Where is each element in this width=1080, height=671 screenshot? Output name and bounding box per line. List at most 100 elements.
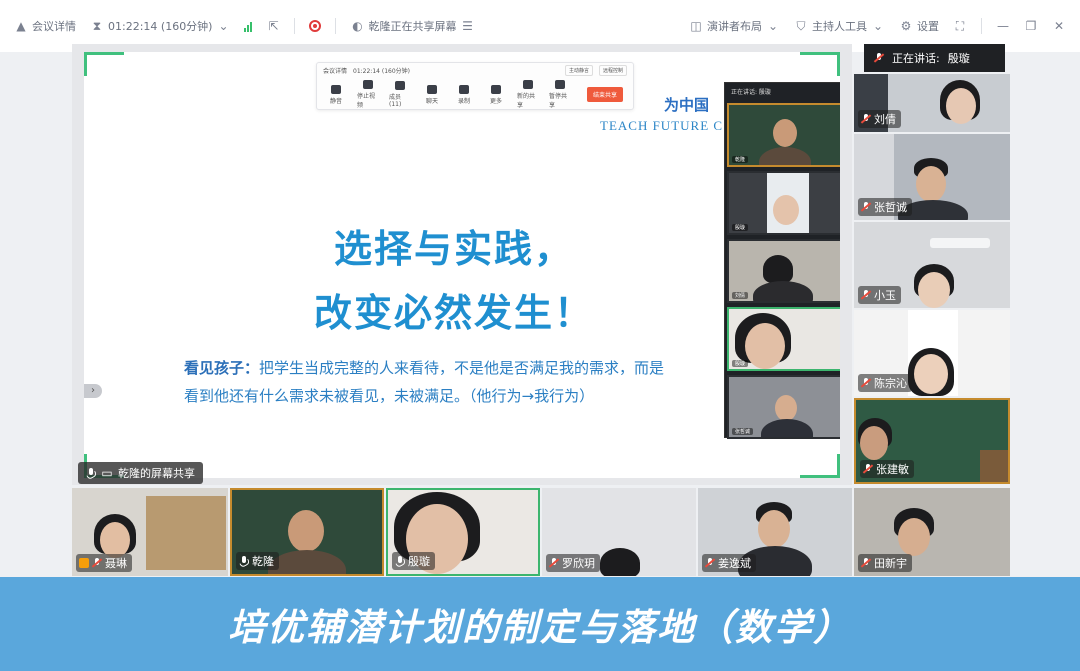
slide-title-line2: 改变必然发生！ [313,291,594,335]
mini-toolbar-label: 新的共享 [517,93,536,109]
mic-muted-icon [705,558,715,568]
fullscreen-icon[interactable]: ⛶ [953,19,967,33]
sharing-status: ◐ 乾隆正在共享屏幕 ☰ [350,18,474,34]
chevron-down-icon: ⌄ [218,19,229,33]
mini-toolbar-button[interactable]: 成员(11) [389,81,411,108]
participant-hair [763,255,793,283]
mini-toolbar-button[interactable]: 停止视频 [357,80,379,109]
participant-face [773,195,799,225]
mini-toolbar-icon [331,84,341,94]
video-tile[interactable]: 乾隆 [230,488,384,576]
video-tile[interactable]: 张建敏 [854,398,1010,484]
record-icon[interactable] [309,20,322,32]
screen-icon: ▭ [101,466,113,480]
participant-name-tag: 姜逸斌 [702,554,756,572]
air-conditioner [930,238,990,248]
share-user-icon: ◐ [352,19,363,33]
caption-banner: 培优辅潜计划的制定与落地（数学） [0,577,1080,671]
mini-toolbar-button[interactable]: 聊天 [421,84,443,105]
logo-icon: ▲ [16,19,26,33]
participant-name: 陈宗沁 [874,377,907,390]
mic-muted-icon [549,558,559,568]
mini-toolbar-button[interactable]: 暂停共享 [549,80,571,109]
mini-toolbar-label: 录制 [457,97,470,105]
slide-corner [800,454,840,478]
video-tile[interactable]: 罗欣玥 [542,488,696,576]
participant-name: 殷璇 [408,555,430,568]
hourglass-icon: ⧗ [92,19,102,33]
mic-icon [239,556,249,566]
mini-toolbar-button[interactable]: 静音 [325,84,347,105]
embedded-toolbar: 会议详情 01:22:14 (160分钟) 主动静言 远程控制 静音 停止视频 成员… [316,62,634,110]
video-tile[interactable]: 陈宗沁 [854,310,1010,396]
mini-chip-2: 远程控制 [598,64,627,76]
participant-name: 田新宇 [874,557,907,570]
expand-arrow-button[interactable]: › [84,384,102,398]
mic-muted-icon [92,558,102,568]
participant-name-tag: 小玉 [858,286,901,304]
layout-button[interactable]: ◫ 演讲者布局 ⌄ [689,18,780,34]
end-share-button[interactable]: 结束共享 [587,87,624,102]
embedded-video-tile: 殷璇 [727,307,840,371]
video-tile[interactable]: 刘倩 [854,74,1010,132]
screen-share-name: 乾隆的屏幕共享 [118,467,195,480]
mic-muted-icon [861,378,871,388]
mini-toolbar-button[interactable]: 新的共享 [517,80,539,109]
divider [335,18,337,34]
video-tile[interactable]: 姜逸斌 [698,488,852,576]
mini-toolbar-label: 更多 [489,97,502,105]
mini-toolbar-button[interactable]: 录制 [453,84,475,105]
minimize-icon[interactable]: — [996,19,1010,33]
divider [294,18,296,34]
mini-toolbar-label: 成员(11) [389,94,402,108]
video-tile[interactable]: 殷璇 [386,488,540,576]
participant-face [758,510,790,548]
external-link-icon[interactable]: ⇱ [266,19,280,33]
participant-face [775,395,797,421]
participant-face [860,426,888,460]
embedded-video-name: 殷璇 [732,360,749,367]
chevron-down-icon: ⌄ [767,19,779,33]
participant-face [914,354,948,394]
embedded-video-name: 乾隆 [732,156,749,163]
embedded-video-name: 殷璇 [732,224,749,231]
embedded-video-tile: 刘倩 [727,239,840,303]
mini-toolbar-icon [459,84,469,94]
presentation-slide: 为中国 TEACH FUTURE C 选择与实践， 改变必然发生！ 看见孩子：把… [84,52,840,478]
sharing-status-label: 乾隆正在共享屏幕 [368,20,457,33]
participant-hair [600,548,640,576]
video-tile[interactable]: 田新宇 [854,488,1010,576]
host-tools-button[interactable]: ⛉ 主持人工具 ⌄ [794,18,885,34]
close-icon[interactable]: ✕ [1052,19,1066,33]
speaking-label: 正在讲话: [892,52,940,65]
video-tile[interactable]: 小玉 [854,222,1010,308]
mini-toolbar-label: 停止视频 [357,93,376,109]
slide-logo-cn: 为中国 [664,96,710,114]
mini-toolbar-icon [427,84,437,94]
participant-name: 聂琳 [105,557,127,570]
mini-info-label: 会议详情 [323,67,348,75]
bookshelf [146,496,226,570]
meeting-info-button[interactable]: ▲ 会议详情 [14,18,76,34]
embedded-video-tile: 张哲诚 [727,375,840,439]
participant-name-tag: 陈宗沁 [858,374,912,392]
layout-label: 演讲者布局 [707,20,762,33]
video-tile[interactable]: 张哲诚 [854,134,1010,220]
timer-label: 01:22:14 (160分钟) [108,20,213,33]
video-tile[interactable]: 聂琳 [72,488,228,576]
participant-face [773,119,797,147]
mini-toolbar-icon [491,84,501,94]
mini-toolbar-icon [363,80,373,89]
participant-name: 张哲诚 [874,201,907,214]
mic-muted-icon [861,202,871,212]
participant-name-tag: 田新宇 [858,554,912,572]
settings-button[interactable]: ⚙ 设置 [899,18,939,34]
participant-face [898,518,930,556]
timer-display[interactable]: ⧗ 01:22:14 (160分钟) ⌄ [90,18,230,34]
slide-title-line1: 选择与实践， [333,227,574,271]
mini-timer-label: 01:22:14 (160分钟) [353,67,411,75]
mini-toolbar-label: 聊天 [425,97,438,105]
meeting-info-label: 会议详情 [32,20,76,33]
mini-toolbar-button[interactable]: 更多 [485,84,507,105]
restore-icon[interactable]: ❐ [1024,19,1038,33]
